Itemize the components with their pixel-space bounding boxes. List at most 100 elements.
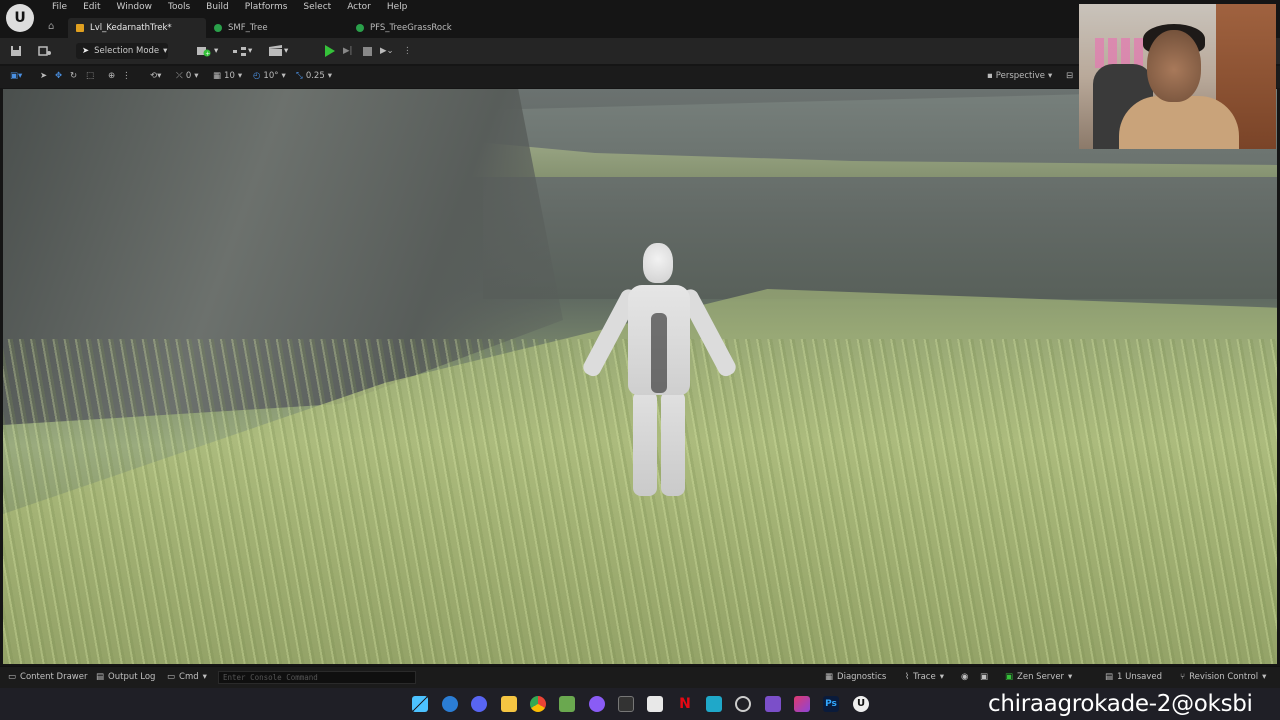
scale-snap-value: 0.25	[305, 71, 325, 81]
grid-snap-dropdown[interactable]: ▦ 10 ▾	[213, 71, 242, 81]
grid-snap-value: 10	[224, 71, 235, 81]
revision-control-dropdown[interactable]: ⑂ Revision Control ▾	[1180, 672, 1266, 682]
angle-snap-dropdown[interactable]: ◴ 10° ▾	[253, 71, 286, 81]
content-drawer-label: Content Drawer	[20, 672, 88, 682]
angle-snap-value: 10°	[263, 71, 279, 81]
chevron-down-icon: ▾	[163, 46, 168, 56]
save-icon[interactable]	[10, 43, 22, 59]
record-icon[interactable]: ◉	[961, 672, 968, 682]
selection-mode-label: Selection Mode	[94, 46, 160, 56]
mannequin-character[interactable]	[563, 243, 753, 503]
revision-control-icon: ⑂	[1180, 672, 1186, 682]
cinematics-icon[interactable]: ▾	[268, 43, 288, 59]
diagnostics-icon: ▦	[825, 672, 834, 682]
cmd-icon: ▭	[167, 672, 176, 682]
translate-tool-icon[interactable]: ✥	[55, 71, 62, 81]
terminal-icon[interactable]	[618, 696, 634, 712]
perspective-dropdown[interactable]: ▪ Perspective ▾	[987, 71, 1052, 81]
home-icon[interactable]: ⌂	[48, 21, 60, 33]
trace-dropdown[interactable]: ⌇ Trace ▾	[905, 672, 944, 682]
zen-server-dropdown[interactable]: ▣ Zen Server ▾	[1005, 672, 1072, 682]
github-icon[interactable]	[589, 696, 605, 712]
visual-studio-icon[interactable]	[765, 696, 781, 712]
menu-edit[interactable]: Edit	[75, 1, 108, 13]
eject-icon[interactable]: ▶⌄	[380, 43, 394, 59]
advance-frame-icon[interactable]: ▶|	[343, 43, 352, 59]
zen-server-icon: ▣	[1005, 672, 1014, 682]
menu-platforms[interactable]: Platforms	[237, 1, 296, 13]
netflix-icon[interactable]: N	[677, 696, 693, 712]
menu-actor[interactable]: Actor	[339, 1, 379, 13]
app-3d-icon[interactable]	[706, 696, 722, 712]
world-space-icon[interactable]: ⊕	[108, 71, 115, 81]
rotate-tool-icon[interactable]: ↻	[70, 71, 77, 81]
windows-start-icon[interactable]	[412, 696, 428, 712]
console-command-input[interactable]: Enter Console Command	[218, 671, 416, 684]
angle-icon: ◴	[253, 71, 261, 81]
diagnostics-button[interactable]: ▦ Diagnostics	[825, 672, 886, 682]
camera-icon: ▪	[987, 71, 993, 81]
unsaved-button[interactable]: ▤ 1 Unsaved	[1105, 672, 1162, 682]
output-log-button[interactable]: ▤ Output Log	[96, 672, 155, 682]
view-options-icon[interactable]: ⊟	[1066, 71, 1073, 81]
overwolf-icon[interactable]	[735, 696, 751, 712]
minecraft-icon[interactable]	[559, 696, 575, 712]
menu-build[interactable]: Build	[198, 1, 237, 13]
foliage-icon	[214, 24, 222, 32]
foliage-icon	[356, 24, 364, 32]
scale-snap-dropdown[interactable]: ⤡ 0.25 ▾	[296, 71, 332, 81]
diagnostics-label: Diagnostics	[837, 672, 887, 682]
tab-level[interactable]: Lvl_KedarnathTrek*	[68, 18, 206, 38]
unreal-engine-icon[interactable]: U	[853, 696, 869, 712]
person-body	[1119, 96, 1239, 149]
character-right-leg	[661, 391, 685, 496]
menu-tools[interactable]: Tools	[160, 1, 198, 13]
menu-help[interactable]: Help	[379, 1, 416, 13]
cmd-dropdown[interactable]: ▭ Cmd ▾	[167, 672, 207, 682]
trace-icon: ⌇	[905, 672, 910, 682]
screenshot-icon[interactable]: ▣	[980, 672, 988, 682]
scale-tool-icon[interactable]: ⬚	[86, 71, 94, 81]
status-bar: ▭ Content Drawer ▤ Output Log ▭ Cmd ▾ Enter …	[0, 666, 1280, 688]
perspective-label: Perspective	[995, 71, 1045, 81]
edge-icon[interactable]	[442, 696, 458, 712]
svg-text:+: +	[205, 51, 210, 58]
menu-file[interactable]: File	[44, 1, 75, 13]
more-options-icon[interactable]: ⋮	[403, 43, 412, 59]
unsaved-icon: ▤	[1105, 672, 1114, 682]
person-head	[1147, 30, 1201, 102]
content-drawer-button[interactable]: ▭ Content Drawer	[8, 672, 87, 682]
tab-label: SMF_Tree	[228, 23, 268, 33]
level-icon	[76, 24, 84, 32]
character-stripe	[651, 313, 667, 393]
webcam-overlay	[1079, 4, 1276, 149]
watermark-username: chiraagrokade-2@oksbi	[988, 691, 1253, 717]
chrome-icon[interactable]	[530, 696, 546, 712]
content-drawer-icon: ▭	[8, 672, 17, 682]
selection-mode-dropdown[interactable]: ➤ Selection Mode ▾	[76, 43, 168, 59]
discord-icon[interactable]	[471, 696, 487, 712]
select-tool-icon[interactable]: ➤	[40, 71, 47, 81]
stop-icon[interactable]	[363, 43, 372, 59]
level-viewport[interactable]	[3, 89, 1277, 664]
play-button[interactable]	[325, 43, 335, 59]
rotate-snap-dropdown[interactable]: ⤫ 0 ▾	[176, 71, 199, 81]
cursor-icon: ➤	[82, 46, 90, 56]
cmd-label: Cmd	[179, 672, 199, 682]
notepad-icon[interactable]	[647, 696, 663, 712]
tab-label: PFS_TreeGrassRock	[370, 23, 452, 33]
file-explorer-icon[interactable]	[501, 696, 517, 712]
menu-window[interactable]: Window	[109, 1, 161, 13]
menu-select[interactable]: Select	[295, 1, 339, 13]
surface-snap-icon[interactable]: ⟲▾	[150, 71, 161, 81]
photoshop-icon[interactable]: Ps	[823, 696, 839, 712]
tab-pfs-treegrassrock[interactable]: PFS_TreeGrassRock	[348, 18, 508, 38]
more-icon[interactable]: ⋮	[122, 71, 131, 81]
add-actor-icon[interactable]: + ▾	[196, 43, 218, 59]
rider-icon[interactable]	[794, 696, 810, 712]
viewport-options-icon[interactable]: ▣▾	[10, 71, 22, 81]
blueprint-icon[interactable]: ▾	[232, 43, 252, 59]
output-log-label: Output Log	[108, 672, 156, 682]
tab-smf-tree[interactable]: SMF_Tree	[206, 18, 346, 38]
source-control-icon[interactable]	[38, 43, 52, 59]
